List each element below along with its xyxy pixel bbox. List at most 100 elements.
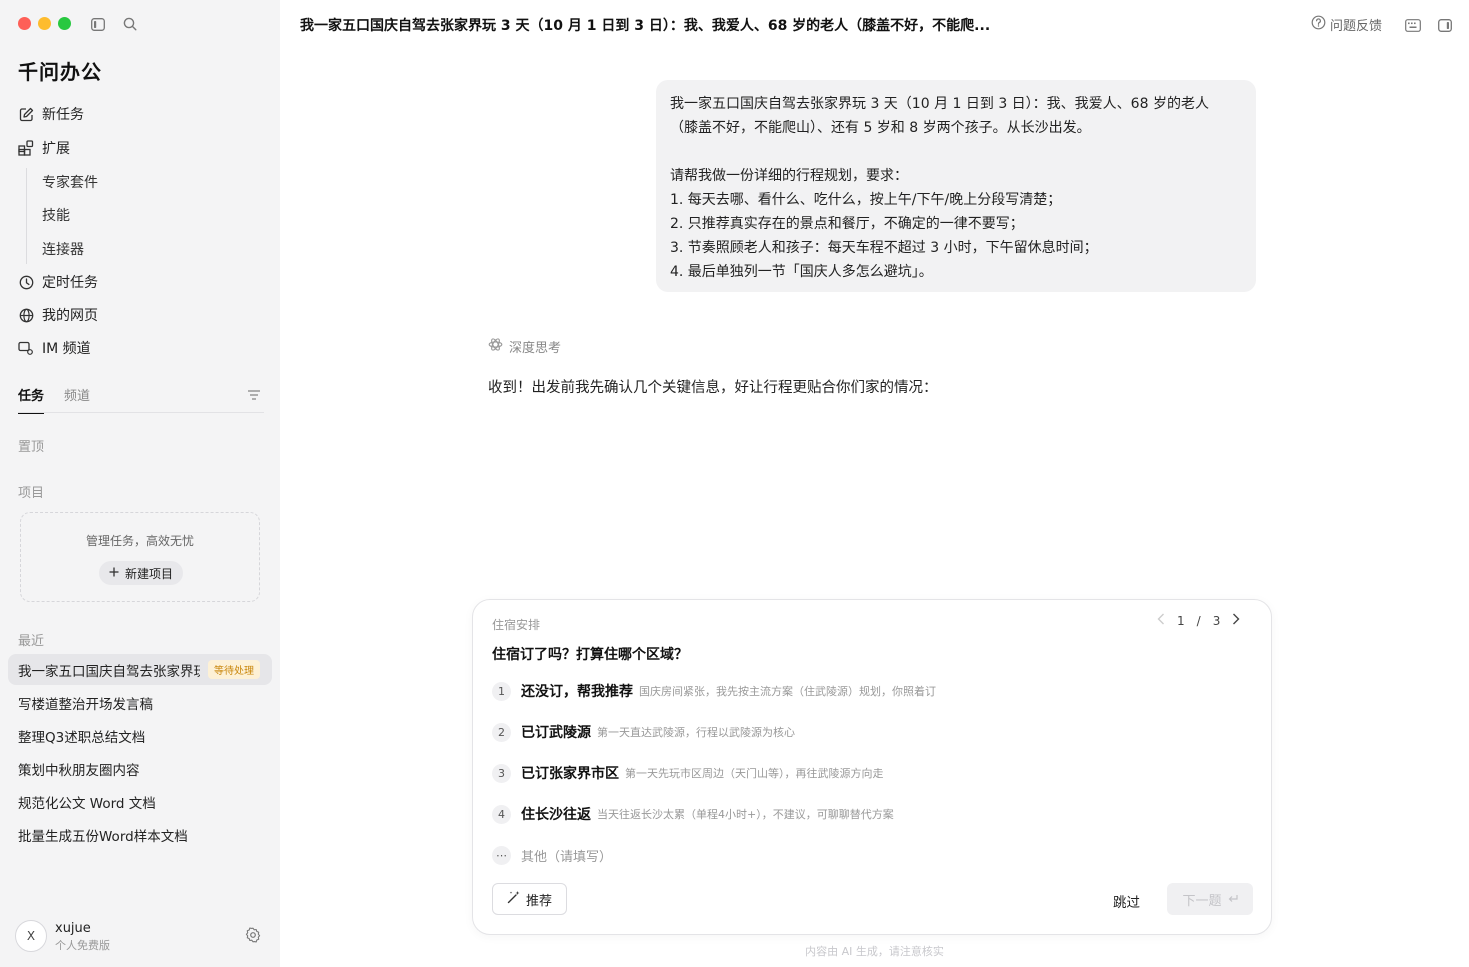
sidebar: 千问办公 新任务 扩展 专家套件 技能 连接器 定时任务 我的网页 IM 频道 … bbox=[0, 0, 280, 967]
page-title: 我一家五口国庆自驾去张家界玩 3 天（10 月 1 日到 3 日）：我、我爱人、… bbox=[300, 18, 991, 34]
sidebar-toggle-icon[interactable] bbox=[88, 14, 108, 34]
filter-icon[interactable] bbox=[247, 386, 261, 405]
edit-icon bbox=[18, 106, 34, 122]
recent-task-title: 策划中秋朋友圈内容 bbox=[18, 762, 140, 779]
sidebar-item-label: 扩展 bbox=[42, 141, 70, 157]
recent-task-item[interactable]: 批量生成五份Word样本文档 bbox=[8, 819, 272, 850]
sidebar-tabs: 任务 频道 bbox=[18, 385, 90, 414]
option-description: 第一天直达武陵源，行程以武陵源为核心 bbox=[597, 726, 795, 739]
window-close-button[interactable] bbox=[18, 17, 31, 30]
atom-icon bbox=[488, 337, 503, 356]
recent-task-title: 规范化公文 Word 文档 bbox=[18, 795, 156, 812]
answer-option[interactable]: 1 还没订，帮我推荐 国庆房间紧张，我先按主流方案（住武陵源）规划，你照着订 bbox=[492, 680, 936, 702]
recent-task-item[interactable]: 我一家五口国庆自驾去张家界玩 3 天 等待处理 bbox=[8, 654, 272, 685]
message-line: 我一家五口国庆自驾去张家界玩 3 天（10 月 1 日到 3 日）：我、我爱人、… bbox=[670, 96, 1209, 112]
answer-option[interactable]: 2 已订武陵源 第一天直达武陵源，行程以武陵源为核心 bbox=[492, 721, 795, 743]
right-panel-toggle-icon[interactable] bbox=[1438, 17, 1452, 36]
other-placeholder: 其他（请填写） bbox=[521, 849, 613, 865]
search-icon[interactable] bbox=[120, 14, 140, 34]
recommend-button[interactable]: 推荐 bbox=[492, 883, 567, 915]
tab-tasks[interactable]: 任务 bbox=[18, 385, 45, 414]
recent-task-title: 整理Q3述职总结文档 bbox=[18, 729, 146, 746]
projects-section-label: 项目 bbox=[18, 486, 45, 501]
keyboard-icon[interactable] bbox=[1405, 17, 1421, 36]
recent-section-label: 最近 bbox=[18, 634, 45, 649]
message-line: 请帮我做一份详细的行程规划，要求： bbox=[670, 168, 908, 184]
sidebar-item-my-pages[interactable]: 我的网页 bbox=[18, 303, 98, 327]
feedback-label: 问题反馈 bbox=[1330, 19, 1383, 34]
message-line: 2. 只推荐真实存在的景点和餐厅，不确定的一律不要写； bbox=[670, 216, 1024, 232]
help-circle-icon bbox=[1311, 15, 1326, 34]
answer-option[interactable]: 3 已订张家界市区 第一天先玩市区周边（天门山等），再往武陵源方向走 bbox=[492, 762, 884, 784]
window-minimize-button[interactable] bbox=[38, 17, 51, 30]
next-label: 下一题 bbox=[1182, 893, 1222, 909]
tabs-divider bbox=[18, 412, 264, 413]
clock-icon bbox=[18, 274, 34, 290]
projects-empty-card: 管理任务，高效无忧 新建项目 bbox=[20, 512, 260, 602]
brand-logo-text: 千问办公 bbox=[18, 60, 102, 84]
recommend-label: 推荐 bbox=[525, 893, 552, 909]
feedback-button[interactable]: 问题反馈 bbox=[1311, 15, 1382, 34]
window-zoom-button[interactable] bbox=[58, 17, 71, 30]
message-line: 3. 节奏照顾老人和孩子：每天车程不超过 3 小时，下午留休息时间； bbox=[670, 240, 1098, 256]
assistant-reply: 收到！出发前我先确认几个关键信息，好让行程更贴合你们家的情况： bbox=[488, 380, 938, 396]
recent-task-title: 我一家五口国庆自驾去张家界玩 3 天 bbox=[18, 663, 200, 680]
option-label: 已订张家界市区 bbox=[521, 766, 619, 782]
tab-channels[interactable]: 频道 bbox=[64, 385, 90, 414]
next-question-button[interactable]: 下一题 bbox=[1167, 883, 1253, 915]
pager-separator: / bbox=[1196, 613, 1201, 628]
user-message-bubble: 我一家五口国庆自驾去张家界玩 3 天（10 月 1 日到 3 日）：我、我爱人、… bbox=[656, 80, 1256, 292]
skip-button[interactable]: 跳过 bbox=[1113, 891, 1140, 911]
other-answer-input[interactable]: ⋯ 其他（请填写） bbox=[492, 844, 612, 866]
recent-task-title: 写楼道整治开场发言稿 bbox=[18, 696, 153, 713]
option-label: 还没订，帮我推荐 bbox=[521, 684, 633, 700]
empty-projects-text: 管理任务，高效无忧 bbox=[85, 534, 194, 548]
deep-thinking-toggle[interactable]: 深度思考 bbox=[488, 337, 561, 356]
pager-current: 1 bbox=[1177, 613, 1185, 628]
sidebar-item-im-channel[interactable]: IM 频道 bbox=[18, 336, 91, 360]
sidebar-item-new-task[interactable]: 新任务 bbox=[18, 102, 84, 126]
option-description: 国庆房间紧张，我先按主流方案（住武陵源）规划，你照着订 bbox=[639, 685, 936, 698]
recent-task-item[interactable]: 策划中秋朋友圈内容 bbox=[8, 753, 272, 784]
new-project-label: 新建项目 bbox=[125, 566, 174, 581]
plus-icon bbox=[109, 566, 119, 580]
globe-icon bbox=[18, 307, 34, 323]
chevron-left-icon[interactable] bbox=[1157, 613, 1165, 628]
answer-option[interactable]: 4 住长沙往返 当天往返长沙太累（单程4小时+），不建议，可聊聊替代方案 bbox=[492, 803, 894, 825]
extensions-icon bbox=[18, 140, 34, 156]
ai-disclaimer: 内容由 AI 生成，请注意核实 bbox=[805, 945, 944, 958]
recent-task-title: 批量生成五份Word样本文档 bbox=[18, 828, 188, 845]
status-badge: 等待处理 bbox=[208, 660, 260, 679]
message-line bbox=[670, 140, 1242, 164]
sidebar-item-skills[interactable]: 技能 bbox=[42, 205, 70, 225]
sidebar-item-extensions[interactable]: 扩展 bbox=[18, 136, 70, 160]
message-line: 1. 每天去哪、看什么、吃什么，按上午/下午/晚上分段写清楚； bbox=[670, 192, 1062, 208]
recent-task-item[interactable]: 写楼道整治开场发言稿 bbox=[8, 687, 272, 718]
sidebar-item-scheduled[interactable]: 定时任务 bbox=[18, 270, 98, 294]
option-label: 已订武陵源 bbox=[521, 725, 591, 741]
magic-wand-icon bbox=[507, 890, 521, 908]
question-card: 住宿安排 1 / 3 住宿订了吗？打算住哪个区域？ 1 还没订，帮我推荐 国庆房… bbox=[472, 599, 1272, 935]
pager-total: 3 bbox=[1212, 613, 1221, 628]
question-title: 住宿订了吗？打算住哪个区域？ bbox=[492, 647, 688, 663]
recent-task-item[interactable]: 整理Q3述职总结文档 bbox=[8, 720, 272, 751]
enter-key-icon bbox=[1228, 892, 1238, 907]
more-dots-icon: ⋯ bbox=[492, 845, 511, 865]
message-line: 4. 最后单独列一节「国庆人多怎么避坑」。 bbox=[670, 264, 933, 280]
recent-task-item[interactable]: 规范化公文 Word 文档 bbox=[8, 786, 272, 817]
question-category: 住宿安排 bbox=[492, 618, 541, 632]
option-number: 4 bbox=[492, 804, 511, 824]
question-pager: 1 / 3 bbox=[1157, 613, 1240, 628]
chat-channel-icon bbox=[18, 340, 34, 356]
chevron-right-icon[interactable] bbox=[1232, 613, 1240, 628]
thinking-label: 深度思考 bbox=[509, 341, 562, 356]
option-description: 当天往返长沙太累（单程4小时+），不建议，可聊聊替代方案 bbox=[597, 808, 894, 821]
sidebar-item-expert-kit[interactable]: 专家套件 bbox=[42, 172, 98, 192]
sidebar-item-connectors[interactable]: 连接器 bbox=[42, 239, 84, 259]
new-project-button[interactable]: 新建项目 bbox=[99, 561, 184, 585]
option-number: 3 bbox=[492, 763, 511, 783]
pinned-section-label: 置顶 bbox=[18, 440, 45, 455]
option-description: 第一天先玩市区周边（天门山等），再往武陵源方向走 bbox=[625, 767, 884, 780]
sidebar-item-label: 定时任务 bbox=[42, 275, 98, 291]
option-number: 2 bbox=[492, 722, 511, 742]
